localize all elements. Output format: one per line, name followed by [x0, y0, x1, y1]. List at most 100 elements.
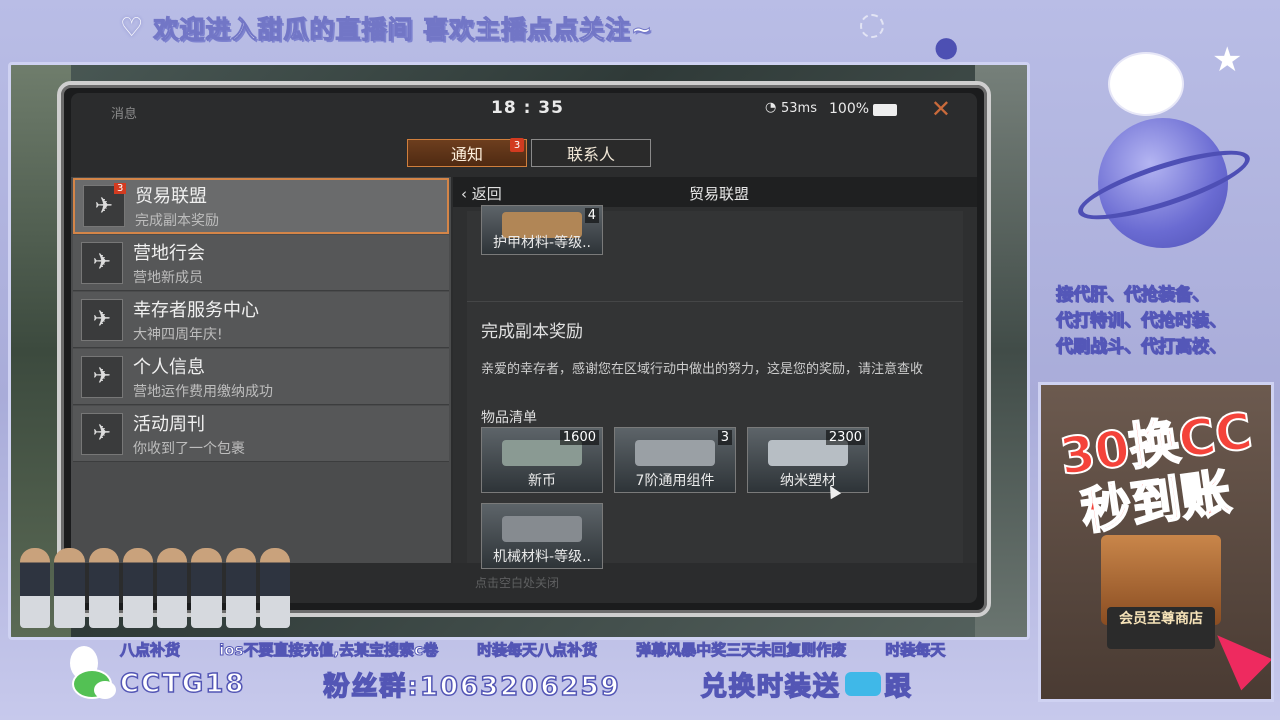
- scrolling-ticker: 八点补货 ios不要直接充值,去某宝搜索c卷 时装每天八点补货 弹幕风暴中奖三天…: [0, 639, 1020, 663]
- store-label: 会员至尊商店: [1107, 607, 1215, 649]
- star-icon: ★: [1212, 40, 1243, 80]
- follow-text: 跟: [884, 671, 913, 703]
- ticker-item: 时装每天八点补货: [477, 641, 598, 660]
- character-figure: [20, 548, 51, 628]
- radar-dish-icon: ✈: [81, 355, 123, 398]
- gear-parts-icon: [635, 440, 715, 466]
- message-sender: 贸易联盟: [135, 186, 207, 207]
- battery-icon: [873, 104, 897, 116]
- ticker-item: 八点补货: [119, 641, 181, 660]
- ticker-item: 时装每天: [885, 641, 946, 660]
- items-heading: 物品清单: [481, 410, 537, 426]
- back-button[interactable]: ‹ 返回: [461, 183, 502, 204]
- detail-header: ‹ 返回 贸易联盟: [453, 177, 977, 207]
- character-figure: [54, 548, 85, 628]
- radar-dish-icon: ✈: [81, 241, 123, 284]
- battery-percent: 100%: [829, 101, 870, 117]
- mail-subject: 完成副本奖励: [481, 322, 583, 342]
- item-tile-coins[interactable]: 1600 新币: [481, 427, 603, 493]
- radar-dish-icon: ✈: [81, 412, 123, 455]
- item-qty: 2300: [825, 430, 865, 445]
- notification-badge: 3: [510, 138, 524, 152]
- status-bar: 消息 18 : 35 ◔ 53ms 100% ✕: [71, 93, 977, 127]
- ticker-item: 弹幕风暴中奖三天未回复则作废: [636, 641, 847, 660]
- bubble-decoration: [860, 14, 884, 38]
- message-preview: 营地新成员: [133, 269, 203, 286]
- message-detail: ‹ 返回 贸易联盟 4 护甲材料-等级.. 完成副本奖励 亲爱的幸存者，感谢您在…: [453, 177, 977, 569]
- item-label: 护甲材料-等级..: [493, 235, 591, 251]
- tab-contacts[interactable]: 联系人: [531, 139, 651, 167]
- detail-title: 贸易联盟: [689, 185, 750, 203]
- message-item-camp-guild[interactable]: ✈ 营地行会 营地新成员: [73, 235, 449, 291]
- message-sender: 活动周刊: [133, 413, 205, 435]
- character-figure: [191, 548, 222, 628]
- radar-dish-icon: ✈: [81, 298, 123, 341]
- message-item-personal-info[interactable]: ✈ 个人信息 营地运作费用缴纳成功: [73, 349, 449, 405]
- message-item-trade-alliance[interactable]: ✈ 3 贸易联盟 完成副本奖励: [73, 178, 449, 234]
- service-promo: 接代肝、代抢装备、 代打特训、代抢时装、 代刷战斗、代打高校、: [1056, 282, 1280, 360]
- promo-line: 接代肝、代抢装备、: [1056, 285, 1210, 306]
- bunny-icon: [1110, 54, 1182, 114]
- character-lineup: [20, 548, 290, 634]
- message-preview: 你收到了一个包裹: [133, 440, 245, 457]
- back-label: 返回: [471, 185, 502, 203]
- mail-body-scroll[interactable]: 4 护甲材料-等级.. 完成副本奖励 亲爱的幸存者，感谢您在区域行动中做出的努力…: [467, 205, 963, 569]
- tools-icon: [502, 516, 582, 542]
- tab-bar: 通知 3 联系人: [407, 138, 651, 167]
- fans-group: 粉丝群:1063206259: [323, 671, 621, 703]
- message-preview: 大神四周年庆!: [133, 326, 223, 343]
- item-tile-nano-plastic[interactable]: 2300 纳米塑材: [747, 427, 869, 493]
- tab-notifications[interactable]: 通知 3: [407, 138, 527, 167]
- item-qty: 3: [717, 430, 732, 445]
- unread-badge: 3: [114, 183, 127, 194]
- tablet-screen: 消息 18 : 35 ◔ 53ms 100% ✕ 通知 3 联系人 ✈ 3 贸易…: [71, 93, 977, 603]
- item-tile-armor-material[interactable]: 4 护甲材料-等级..: [481, 205, 603, 255]
- message-sender: 幸存者服务中心: [133, 299, 259, 321]
- message-item-survivor-service[interactable]: ✈ 幸存者服务中心 大神四周年庆!: [73, 292, 449, 348]
- item-label: 纳米塑材: [780, 473, 836, 489]
- fans-tag-icon: [844, 672, 881, 696]
- radar-dish-icon: ✈ 3: [83, 183, 127, 227]
- message-item-weekly[interactable]: ✈ 活动周刊 你收到了一个包裹: [73, 406, 449, 462]
- tablet-device: 消息 18 : 35 ◔ 53ms 100% ✕ 通知 3 联系人 ✈ 3 贸易…: [57, 81, 991, 617]
- message-list: ✈ 3 贸易联盟 完成副本奖励 ✈ 营地行会 营地新成员 ✈ 幸存者服务中心 大…: [71, 177, 451, 563]
- mail-text: 亲爱的幸存者，感谢您在区域行动中做出的努力，这是您的奖励，请注意查收: [481, 362, 924, 377]
- ticker-item: ios不要直接充值,去某宝搜索c卷: [219, 641, 439, 660]
- stream-banner: ♡ 欢迎进入甜瓜的直播间 喜欢主播点点关注~: [120, 8, 653, 48]
- exchange-text: 兑换时装送: [700, 671, 841, 703]
- promo-ad: 30换CC 秒到账 会员至尊商店: [1038, 382, 1274, 702]
- wechat-id: CCTG18: [119, 668, 246, 700]
- item-tile-mech-material[interactable]: 机械材料-等级..: [481, 503, 603, 569]
- item-label: 7阶通用组件: [635, 473, 715, 489]
- planet-bunny-decoration: [1071, 54, 1257, 250]
- item-label: 新币: [528, 473, 556, 489]
- character-figure: [122, 548, 153, 628]
- item-qty: 4: [584, 208, 599, 223]
- wechat-icon: [72, 669, 116, 699]
- screen-title: 消息: [111, 107, 138, 122]
- character-figure: [225, 548, 256, 628]
- character-figure: [88, 548, 119, 628]
- close-hint: 点击空白处关闭: [475, 576, 560, 590]
- promo-line: 代刷战斗、代打高校、: [1056, 337, 1227, 358]
- message-preview: 营地运作费用缴纳成功: [133, 383, 273, 400]
- ping-value: 53ms: [781, 101, 817, 116]
- character-figure: [259, 548, 290, 628]
- promo-line: 代打特训、代抢时装、: [1056, 311, 1227, 332]
- message-sender: 营地行会: [133, 242, 205, 264]
- bottom-info-bar: CCTG18 粉丝群:1063206259 兑换时装送 跟: [72, 662, 992, 706]
- heart-wings-icon: ♡: [120, 13, 144, 43]
- banner-text: 欢迎进入甜瓜的直播间 喜欢主播点点关注~: [153, 15, 653, 45]
- item-tile-components[interactable]: 3 7阶通用组件: [614, 427, 736, 493]
- wifi-icon: ◔: [765, 100, 777, 115]
- item-qty: 1600: [559, 430, 599, 445]
- clock: 18 : 35: [491, 98, 564, 118]
- tab-label: 联系人: [566, 145, 615, 164]
- character-figure: [157, 548, 188, 628]
- message-preview: 完成副本奖励: [135, 213, 219, 229]
- close-icon[interactable]: ✕: [931, 95, 951, 123]
- planet-icon: ●: [934, 30, 959, 63]
- tab-label: 通知: [450, 145, 483, 164]
- item-label: 机械材料-等级..: [493, 549, 591, 565]
- divider: [467, 301, 963, 302]
